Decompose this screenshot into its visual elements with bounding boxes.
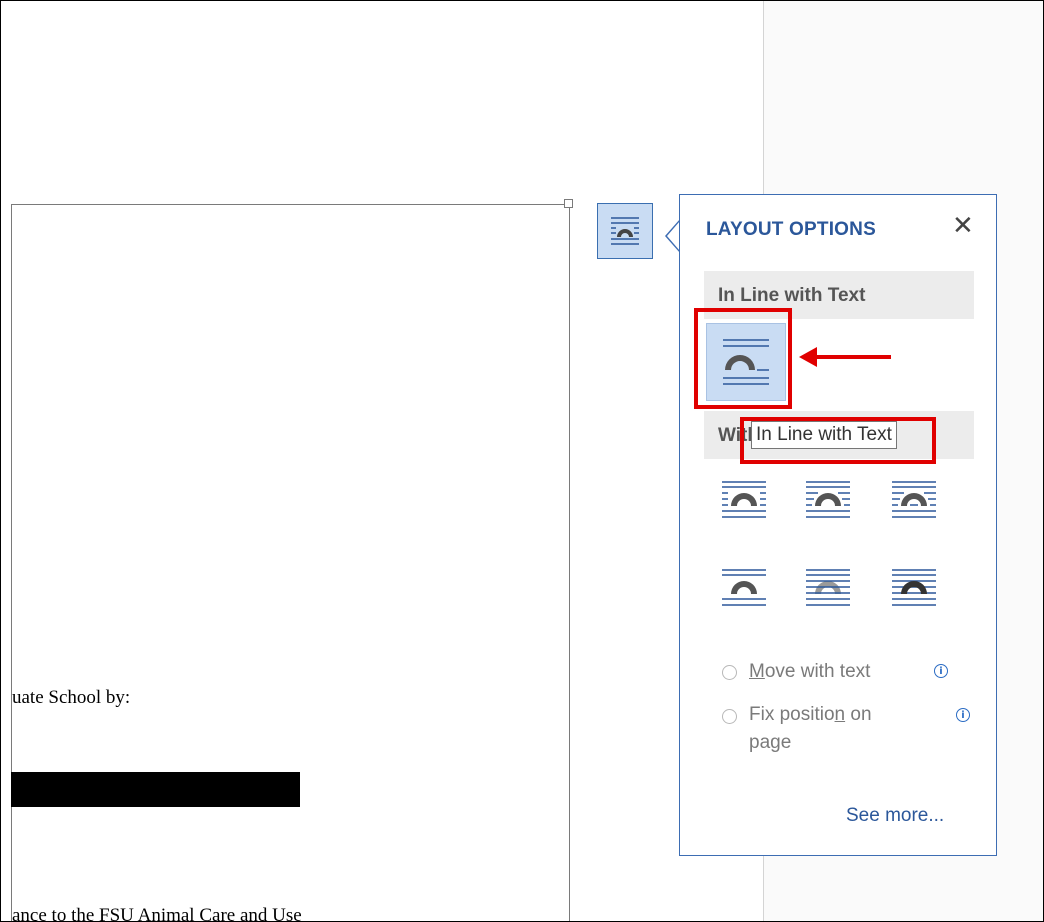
highlight-box-tooltip [740, 417, 936, 464]
move-with-text-label: Move with text [749, 661, 871, 682]
fix-position-option[interactable]: Fix position on page [722, 704, 872, 757]
tight-wrap-option[interactable] [800, 475, 856, 525]
layout-options-panel: LAYOUT OPTIONS ✕ In Line with Text With … [679, 194, 997, 856]
behind-text-option[interactable] [800, 563, 856, 613]
selection-border-left [11, 204, 12, 921]
square-wrap-option[interactable] [716, 475, 772, 525]
move-with-text-option[interactable]: Move with text [722, 661, 870, 683]
tight-wrap-icon [806, 481, 850, 518]
screenshot-frame: uate School by: ance to the FSU Animal C… [0, 0, 1044, 922]
red-arrow-annotation [799, 347, 891, 367]
in-front-of-text-icon [892, 569, 936, 606]
selection-border-right [569, 204, 570, 921]
see-more-link[interactable]: See more... [846, 805, 944, 827]
move-with-text-radio[interactable] [722, 665, 737, 680]
behind-text-icon [806, 569, 850, 606]
top-bottom-wrap-option[interactable] [716, 563, 772, 613]
layout-options-button[interactable] [597, 203, 653, 259]
close-icon[interactable]: ✕ [952, 212, 974, 238]
top-bottom-wrap-icon [722, 569, 766, 606]
section-inline-label: In Line with Text [718, 285, 866, 306]
panel-title: LAYOUT OPTIONS [706, 219, 876, 240]
info-icon[interactable]: i [956, 708, 970, 722]
square-wrap-icon [722, 481, 766, 518]
layout-options-icon [611, 217, 639, 245]
fix-position-label: Fix position on page [749, 704, 872, 753]
resize-handle[interactable] [564, 199, 573, 208]
fix-position-radio[interactable] [722, 709, 737, 724]
info-icon[interactable]: i [934, 664, 948, 678]
document-text-line: uate School by: [12, 687, 131, 708]
document-text-line: ance to the FSU Animal Care and Use [12, 905, 302, 922]
selection-border-top [11, 204, 569, 205]
in-front-of-text-option[interactable] [886, 563, 942, 613]
through-wrap-option[interactable] [886, 475, 942, 525]
redacted-block [11, 772, 300, 807]
highlight-box-option [694, 308, 792, 409]
through-wrap-icon [892, 481, 936, 518]
